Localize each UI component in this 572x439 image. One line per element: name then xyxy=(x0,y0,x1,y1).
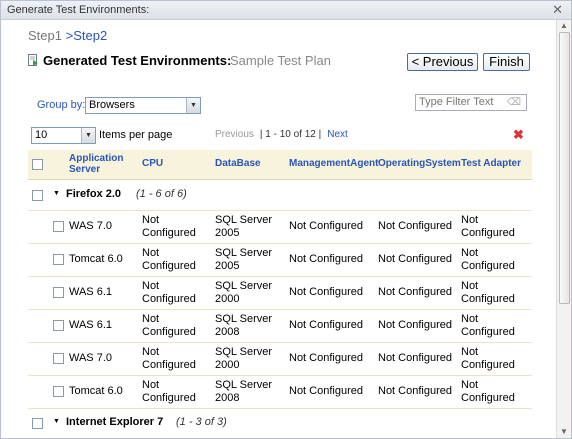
table-row[interactable]: Tomcat 6.0 Not Configured SQL Server 2008 N… xyxy=(28,375,532,409)
table-cell: Not Configured xyxy=(142,280,196,305)
header-operating-system[interactable]: OperatingSystem xyxy=(378,158,461,169)
table-cell: WAS 6.1 xyxy=(69,319,112,331)
pager: Previous | 1 - 10 of 12 | Next xyxy=(215,129,348,140)
table-cell: Not Configured xyxy=(378,220,452,232)
row-checkbox[interactable] xyxy=(53,320,64,331)
table-cell: Not Configured xyxy=(289,286,363,298)
table-cell: Not Configured xyxy=(378,253,452,265)
table-cell: Not Configured xyxy=(378,385,452,397)
table-cell: Not Configured xyxy=(289,220,363,232)
table-cell: Not Configured xyxy=(142,247,196,272)
dialog-window: Generate Test Environments: ✕ Step1 >Ste… xyxy=(0,0,572,439)
table-cell: Not Configured xyxy=(289,385,363,397)
pager-range: | 1 - 10 of 12 | xyxy=(259,129,322,140)
group-name: Firefox 2.0 xyxy=(66,188,122,200)
groupby-label: Group by: xyxy=(37,99,86,111)
table-cell: Not Configured xyxy=(289,253,363,265)
table-cell: Not Configured xyxy=(289,352,363,364)
page-size-value: 10 xyxy=(35,129,48,141)
table-cell: Not Configured xyxy=(461,379,515,404)
table-cell: Not Configured xyxy=(142,313,196,338)
group-checkbox[interactable] xyxy=(32,418,43,429)
table-row[interactable]: WAS 7.0 Not Configured SQL Server 2005 Not … xyxy=(28,210,532,244)
row-checkbox[interactable] xyxy=(53,386,64,397)
header-application-server[interactable]: Application Server xyxy=(69,153,129,175)
table-cell: Not Configured xyxy=(378,286,452,298)
table-cell: Not Configured xyxy=(142,379,196,404)
table-cell: Not Configured xyxy=(378,319,452,331)
row-checkbox[interactable] xyxy=(53,254,64,265)
group-row[interactable]: ▼ Internet Explorer 7 (1 - 3 of 3) xyxy=(28,408,532,438)
content-area: Step1 >Step2 Generated Test Environments… xyxy=(1,20,556,438)
breadcrumb: Step1 >Step2 xyxy=(28,28,107,43)
vertical-scrollbar[interactable]: ▲ ▼ xyxy=(556,20,571,438)
expand-triangle-icon[interactable]: ▼ xyxy=(53,418,60,425)
scroll-up-icon[interactable]: ▲ xyxy=(559,21,569,31)
table-cell: SQL Server 2000 xyxy=(215,280,273,305)
groupby-select[interactable]: Browsers ▼ xyxy=(85,97,201,114)
groupby-value: Browsers xyxy=(89,99,135,111)
group-checkbox[interactable] xyxy=(32,190,43,201)
table-row[interactable]: WAS 6.1 Not Configured SQL Server 2000 Not … xyxy=(28,276,532,310)
row-checkbox[interactable] xyxy=(53,221,64,232)
table-row[interactable]: WAS 6.1 Not Configured SQL Server 2008 Not … xyxy=(28,309,532,343)
items-per-page-label: Items per page xyxy=(99,129,173,141)
table-cell: SQL Server 2008 xyxy=(215,379,273,404)
select-all-checkbox[interactable] xyxy=(32,159,43,170)
window-title: Generate Test Environments: xyxy=(7,4,150,16)
chevron-down-icon[interactable]: ▼ xyxy=(186,98,200,113)
close-icon[interactable]: ✕ xyxy=(552,2,563,18)
header-management-agent[interactable]: ManagementAgent xyxy=(289,158,378,169)
row-checkbox[interactable] xyxy=(53,353,64,364)
table-cell: Tomcat 6.0 xyxy=(69,253,123,265)
table-cell: Not Configured xyxy=(142,346,196,371)
table-cell: SQL Server 2005 xyxy=(215,214,273,239)
table-cell: Not Configured xyxy=(461,247,515,272)
breadcrumb-step1[interactable]: Step1 xyxy=(28,28,62,43)
page-title: Generated Test Environments: xyxy=(43,53,232,68)
group-row[interactable]: ▼ Firefox 2.0 (1 - 6 of 6) xyxy=(28,180,532,211)
table-cell: SQL Server 2005 xyxy=(215,247,273,272)
pager-previous[interactable]: Previous xyxy=(215,129,254,140)
header-database[interactable]: DataBase xyxy=(215,158,261,169)
table-cell: WAS 6.1 xyxy=(69,286,112,298)
table-row[interactable]: Tomcat 6.0 Not Configured SQL Server 2005 N… xyxy=(28,243,532,277)
filter-input[interactable] xyxy=(417,95,511,108)
table-cell: Not Configured xyxy=(461,280,515,305)
page-size-select[interactable]: 10 ▼ xyxy=(31,127,96,144)
table-cell: SQL Server 2000 xyxy=(215,346,273,371)
table-cell: SQL Server 2008 xyxy=(215,313,273,338)
scroll-down-icon[interactable]: ▼ xyxy=(559,427,569,437)
titlebar: Generate Test Environments: ✕ xyxy=(1,1,571,20)
finish-button[interactable]: Finish xyxy=(483,53,530,71)
row-checkbox[interactable] xyxy=(53,287,64,298)
table-cell: Not Configured xyxy=(289,319,363,331)
header-test-adapter[interactable]: Test Adapter xyxy=(461,158,521,169)
pager-next[interactable]: Next xyxy=(327,129,348,140)
filter-box: ⌫ xyxy=(415,94,527,111)
page-subtitle: Sample Test Plan xyxy=(230,53,331,68)
group-count: (1 - 3 of 3) xyxy=(176,416,227,428)
table-cell: Tomcat 6.0 xyxy=(69,385,123,397)
table-cell: Not Configured xyxy=(378,352,452,364)
scrollbar-thumb[interactable] xyxy=(559,32,570,304)
table-cell: Not Configured xyxy=(461,313,515,338)
table-cell: WAS 7.0 xyxy=(69,352,112,364)
previous-button[interactable]: < Previous xyxy=(407,53,478,71)
group-name: Internet Explorer 7 xyxy=(66,416,164,428)
table-cell: Not Configured xyxy=(142,214,196,239)
breadcrumb-step2[interactable]: >Step2 xyxy=(66,28,108,43)
chevron-down-icon[interactable]: ▼ xyxy=(81,128,95,143)
table-cell: Not Configured xyxy=(461,346,515,371)
table-row[interactable]: WAS 7.0 Not Configured SQL Server 2000 Not … xyxy=(28,342,532,376)
table-cell: WAS 7.0 xyxy=(69,220,112,232)
header-cpu[interactable]: CPU xyxy=(142,158,163,169)
group-count: (1 - 6 of 6) xyxy=(136,188,187,200)
grid-header: Application Server CPU DataBase Manageme… xyxy=(28,150,532,180)
document-icon xyxy=(28,54,38,66)
eraser-icon[interactable]: ⌫ xyxy=(507,97,521,108)
expand-triangle-icon[interactable]: ▼ xyxy=(53,190,60,197)
delete-icon[interactable]: ✖ xyxy=(513,127,524,143)
table-cell: Not Configured xyxy=(461,214,515,239)
